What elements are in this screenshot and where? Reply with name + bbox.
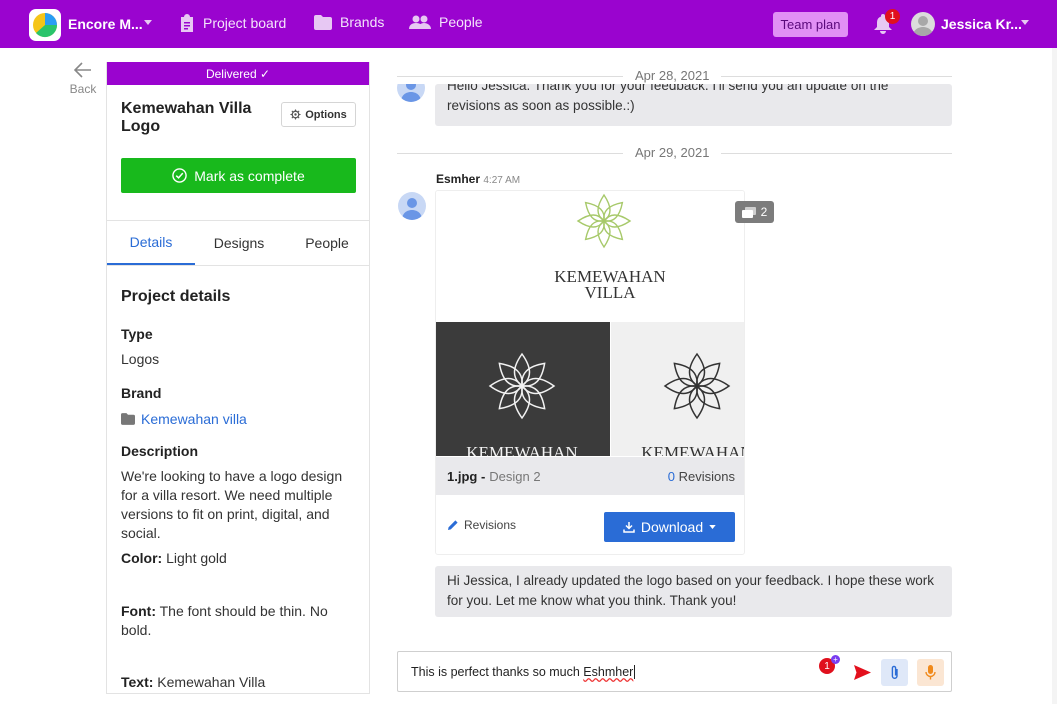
project-tabs: Details Designs People bbox=[107, 220, 369, 266]
design-image-main[interactable]: KEMEWAHAN VILLA bbox=[436, 191, 744, 322]
type-value: Logos bbox=[121, 351, 160, 367]
message-text: Hi Jessica, I already updated the logo b… bbox=[447, 573, 935, 608]
revision-word: Revisions bbox=[675, 468, 735, 484]
text-row: Text: Kemewahan Villa bbox=[121, 673, 357, 692]
arrow-left-icon bbox=[73, 62, 91, 78]
project-title: Kemewahan Villa Logo bbox=[121, 100, 252, 135]
status-badge: Delivered ✓ bbox=[107, 62, 369, 85]
microphone-icon bbox=[925, 665, 936, 680]
microphone-button[interactable] bbox=[917, 659, 944, 686]
design-name: Design 2 bbox=[489, 468, 541, 484]
date-label: Apr 28, 2021 bbox=[623, 68, 722, 83]
chevron-down-icon[interactable] bbox=[1021, 20, 1029, 25]
design-image-light[interactable]: KEMEWAHAN bbox=[611, 322, 745, 456]
design-card: KEMEWAHAN VILLA KEMEWAHAN KEMEWAHAN 1.jp… bbox=[435, 190, 745, 555]
image-count: 2 bbox=[760, 205, 768, 219]
tab-people[interactable]: People bbox=[283, 221, 369, 265]
mark-complete-button[interactable]: Mark as complete bbox=[121, 158, 356, 193]
message-input-name: Eshmher bbox=[583, 665, 634, 679]
paperclip-icon bbox=[891, 665, 898, 679]
people-icon bbox=[409, 15, 431, 29]
send-icon[interactable] bbox=[854, 665, 871, 680]
logo-text-line2: VILLA bbox=[585, 283, 637, 302]
message-input-text: This is perfect thanks so much bbox=[411, 665, 584, 679]
image-count-badge[interactable]: 2 bbox=[735, 201, 774, 223]
gear-icon bbox=[290, 109, 301, 120]
download-label: Download bbox=[640, 519, 704, 535]
user-name[interactable]: Jessica Kr... bbox=[941, 16, 1022, 32]
message-sender: Esmher 4:27 AM bbox=[436, 172, 520, 186]
revisions-link[interactable]: Revisions bbox=[447, 518, 516, 532]
download-icon bbox=[623, 522, 635, 533]
back-label: Back bbox=[69, 82, 97, 96]
attach-button[interactable] bbox=[881, 659, 908, 686]
date-label: Apr 29, 2021 bbox=[623, 145, 722, 160]
chevron-down-icon[interactable] bbox=[144, 20, 152, 25]
options-label: Options bbox=[305, 108, 347, 121]
brand-label: Brand bbox=[121, 385, 162, 401]
message-bubble: Hi Jessica, I already updated the logo b… bbox=[435, 566, 952, 617]
file-name: 1.jpg - bbox=[447, 468, 486, 484]
tab-designs[interactable]: Designs bbox=[195, 221, 283, 265]
pencil-icon bbox=[448, 520, 458, 530]
font-row: Font: The font should be thin. No bold. bbox=[121, 602, 357, 640]
sender-name: Esmher bbox=[436, 172, 481, 186]
logo-text-line1: KEMEWAHAN bbox=[641, 443, 745, 456]
plus-icon: + bbox=[831, 655, 840, 664]
images-stack-icon bbox=[741, 206, 756, 218]
avatar[interactable] bbox=[911, 12, 935, 36]
options-button[interactable]: Options bbox=[281, 102, 356, 127]
message-input[interactable]: This is perfect thanks so much Eshmher bbox=[411, 665, 636, 679]
color-row: Color: Light gold bbox=[121, 549, 357, 568]
scrollbar[interactable] bbox=[1052, 48, 1057, 704]
brand-name: Kemewahan villa bbox=[141, 411, 247, 427]
message-text: revisions as soon as possible.:) bbox=[447, 98, 635, 113]
workspace-name[interactable]: Encore M... bbox=[68, 16, 143, 32]
check-circle-icon bbox=[172, 168, 188, 183]
logo-text-line1: KEMEWAHAN bbox=[466, 443, 577, 456]
color-label: Color: bbox=[121, 550, 163, 566]
nav-label: Brands bbox=[340, 14, 385, 30]
notification-badge: 1 bbox=[885, 9, 900, 24]
text-value: Kemewahan Villa bbox=[153, 674, 266, 690]
color-value: Light gold bbox=[162, 550, 227, 566]
design-info-bar: 1.jpg - Design 2 0 Revisions bbox=[436, 457, 744, 495]
project-panel: Delivered ✓ Kemewahan Villa Logo Options… bbox=[106, 62, 370, 694]
back-button[interactable]: Back bbox=[68, 62, 98, 96]
message-composer[interactable]: This is perfect thanks so much Eshmher 1… bbox=[397, 651, 952, 692]
description-label: Description bbox=[121, 443, 199, 459]
nav-people[interactable]: People bbox=[409, 14, 483, 30]
brand-link[interactable]: Kemewahan villa bbox=[121, 411, 357, 427]
project-details: Project details Type Logos Brand Kemewah… bbox=[121, 288, 357, 692]
nav-label: People bbox=[439, 14, 483, 30]
type-label: Type bbox=[121, 326, 153, 342]
details-heading: Project details bbox=[121, 288, 231, 305]
avatar bbox=[398, 192, 426, 220]
download-button[interactable]: Download bbox=[604, 512, 735, 542]
nav-project-board[interactable]: Project board bbox=[179, 14, 286, 32]
workspace-logo-icon[interactable] bbox=[29, 9, 61, 41]
revision-number: 0 bbox=[667, 468, 676, 484]
nav-brands[interactable]: Brands bbox=[314, 14, 384, 30]
clipboard-icon bbox=[181, 14, 193, 32]
folder-icon bbox=[121, 413, 135, 425]
message-text: Hello Jessica. Thank you for your feedba… bbox=[447, 84, 889, 93]
avatar bbox=[397, 84, 425, 102]
caret-down-icon bbox=[709, 525, 716, 529]
message-time: 4:27 AM bbox=[483, 175, 521, 186]
top-nav: Encore M... Project board Brands People … bbox=[0, 0, 1057, 48]
description-value: We're looking to have a logo design for … bbox=[121, 468, 343, 541]
font-label: Font: bbox=[121, 603, 156, 619]
revisions-label: Revisions bbox=[464, 518, 517, 532]
nav-label: Project board bbox=[203, 15, 287, 31]
tab-details[interactable]: Details bbox=[107, 221, 195, 265]
mark-complete-label: Mark as complete bbox=[194, 167, 305, 184]
folder-icon bbox=[314, 14, 332, 30]
team-plan-button[interactable]: Team plan bbox=[773, 12, 848, 37]
text-label: Text: bbox=[121, 674, 154, 690]
design-image-dark[interactable]: KEMEWAHAN bbox=[436, 322, 610, 456]
revision-count: 0 Revisions bbox=[668, 469, 735, 484]
message-bubble: Hello Jessica. Thank you for your feedba… bbox=[435, 84, 952, 126]
